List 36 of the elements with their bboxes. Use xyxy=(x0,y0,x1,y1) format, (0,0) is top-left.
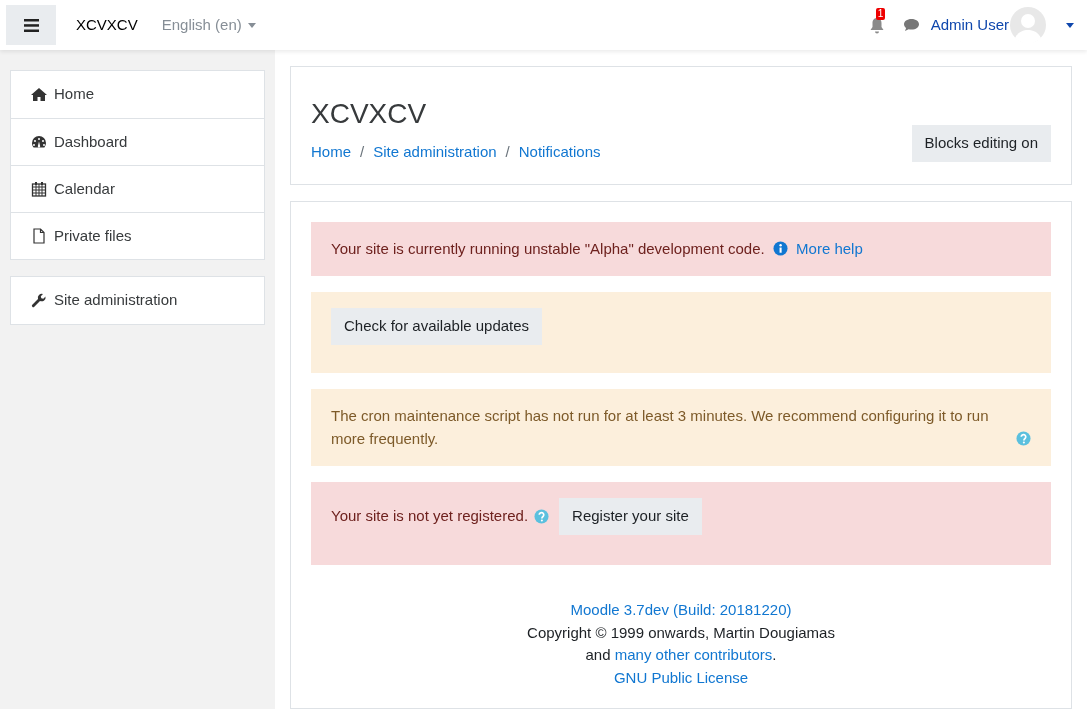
nav-item[interactable]: Home xyxy=(11,71,264,118)
alert-message: Your site is not yet registered. xyxy=(331,506,529,527)
alert-message: Your site is currently running unstable "Alpha" development code. xyxy=(331,239,765,257)
breadcrumb-link[interactable]: Home xyxy=(311,141,351,164)
more-help-link[interactable]: More help xyxy=(796,239,863,257)
nav-item[interactable]: Calendar xyxy=(11,165,264,212)
speech-bubble-icon[interactable] xyxy=(902,18,920,32)
nav-item[interactable]: Site administration xyxy=(11,277,264,324)
home-icon xyxy=(31,86,47,103)
site-name[interactable]: XCVXCV xyxy=(76,13,138,37)
alert-button[interactable]: Register your site xyxy=(559,498,702,535)
license-link[interactable]: GNU Public License xyxy=(613,666,749,689)
contributors-text: and many other contributors. xyxy=(585,645,777,665)
breadcrumb-separator: / xyxy=(359,142,366,162)
file-icon xyxy=(31,228,47,244)
caret-icon[interactable] xyxy=(1066,22,1074,28)
info-icon[interactable] xyxy=(772,240,788,256)
blocks-editing-button[interactable]: Blocks editing on xyxy=(911,124,1051,162)
version-link[interactable]: Moodle 3.7dev (Build: 20181220) xyxy=(570,599,792,622)
user-name[interactable]: Admin User xyxy=(930,13,1009,37)
calendar-icon xyxy=(31,181,47,197)
page-title: XCVXCV xyxy=(311,97,428,131)
copyright-text: Copyright © 1999 onwards, Martin Dougiamas xyxy=(527,622,835,643)
menu-button[interactable] xyxy=(6,5,56,45)
nav-item[interactable]: Dashboard xyxy=(11,118,264,165)
nav-item[interactable]: Private files xyxy=(11,212,264,259)
alert-button[interactable]: Check for available updates xyxy=(331,308,543,345)
menu-icon xyxy=(23,18,39,32)
breadcrumb-link[interactable]: Notifications xyxy=(518,141,601,164)
alert-message: The cron maintenance script has not run for at least 3 minutes. We recommend configuring it to run more frequently. xyxy=(331,406,990,449)
caret-icon xyxy=(247,22,256,28)
notification-count: 1 xyxy=(875,7,886,20)
breadcrumb-separator: / xyxy=(504,142,511,162)
breadcrumb-link[interactable]: Site administration xyxy=(373,141,497,164)
gauge-icon xyxy=(31,134,47,150)
wrench-icon xyxy=(31,292,47,309)
